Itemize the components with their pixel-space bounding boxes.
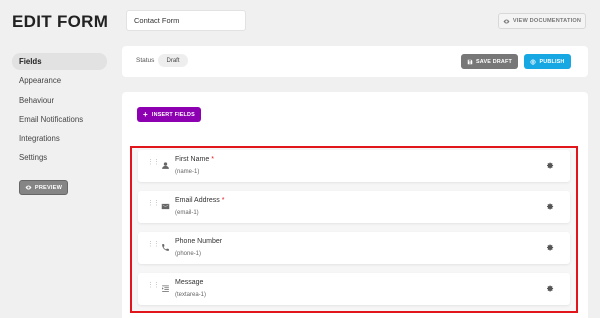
view-documentation-button[interactable]: VIEW DOCUMENTATION	[498, 13, 586, 29]
text-lines-icon	[162, 285, 169, 292]
eye-icon	[503, 18, 510, 24]
sidebar-item-integrations[interactable]: Integrations	[12, 130, 107, 147]
plus-icon: +	[143, 109, 148, 119]
save-draft-label: SAVE DRAFT	[475, 58, 513, 65]
publish-label: PUBLISH	[539, 58, 565, 65]
field-row[interactable]: ⋮⋮ Phone Number (phone-1)	[138, 232, 570, 264]
field-label: Message	[175, 279, 204, 286]
status-card: Status	[122, 46, 588, 77]
insert-fields-button[interactable]: + INSERT FIELDS	[137, 107, 201, 122]
user-icon	[162, 162, 169, 169]
envelope-icon	[161, 203, 170, 210]
view-documentation-label: VIEW DOCUMENTATION	[512, 18, 582, 24]
drag-handle-icon[interactable]: ⋮⋮	[147, 159, 160, 166]
field-id: (email-1)	[175, 210, 199, 216]
preview-button[interactable]: PREVIEW	[19, 180, 68, 195]
publish-button[interactable]: PUBLISH	[524, 54, 571, 69]
drag-handle-icon[interactable]: ⋮⋮	[147, 200, 160, 207]
gear-icon[interactable]	[547, 244, 554, 251]
required-marker: *	[211, 156, 214, 163]
preview-label: PREVIEW	[34, 184, 63, 191]
sidebar-item-settings[interactable]: Settings	[12, 149, 107, 166]
required-marker: *	[221, 197, 225, 204]
field-id: (textarea-1)	[175, 292, 207, 298]
gear-icon[interactable]	[547, 203, 554, 210]
eye-icon	[25, 185, 32, 190]
sidebar: Fields Appearance Behaviour Email Notifi…	[12, 53, 107, 169]
sidebar-item-email-notifications[interactable]: Email Notifications	[12, 111, 107, 128]
field-label: Email Address	[175, 197, 220, 204]
field-label: Phone Number	[175, 238, 223, 245]
globe-icon	[530, 58, 537, 65]
form-name-input[interactable]	[126, 10, 246, 31]
field-label: First Name	[175, 156, 210, 163]
save-draft-button[interactable]: SAVE DRAFT	[461, 54, 518, 69]
sidebar-item-appearance[interactable]: Appearance	[12, 72, 107, 89]
sidebar-item-behaviour[interactable]: Behaviour	[12, 92, 107, 109]
drag-handle-icon[interactable]: ⋮⋮	[147, 241, 160, 248]
save-icon	[467, 59, 473, 64]
field-row[interactable]: ⋮⋮ First Name * (name-1)	[138, 150, 570, 182]
insert-fields-label: INSERT FIELDS	[151, 111, 195, 118]
sidebar-item-fields[interactable]: Fields	[12, 53, 107, 70]
field-row[interactable]: ⋮⋮ Message (textarea-1)	[138, 273, 570, 305]
status-badge: Draft	[158, 54, 188, 67]
page-title: EDIT FORM	[12, 12, 109, 31]
phone-icon	[162, 244, 169, 251]
drag-handle-icon[interactable]: ⋮⋮	[147, 282, 160, 289]
field-id: (phone-1)	[175, 251, 202, 257]
field-id: (name-1)	[175, 169, 200, 175]
status-label: Status	[136, 57, 155, 64]
gear-icon[interactable]	[547, 162, 554, 169]
gear-icon[interactable]	[547, 285, 554, 292]
field-row[interactable]: ⋮⋮ Email Address * (email-1)	[138, 191, 570, 223]
